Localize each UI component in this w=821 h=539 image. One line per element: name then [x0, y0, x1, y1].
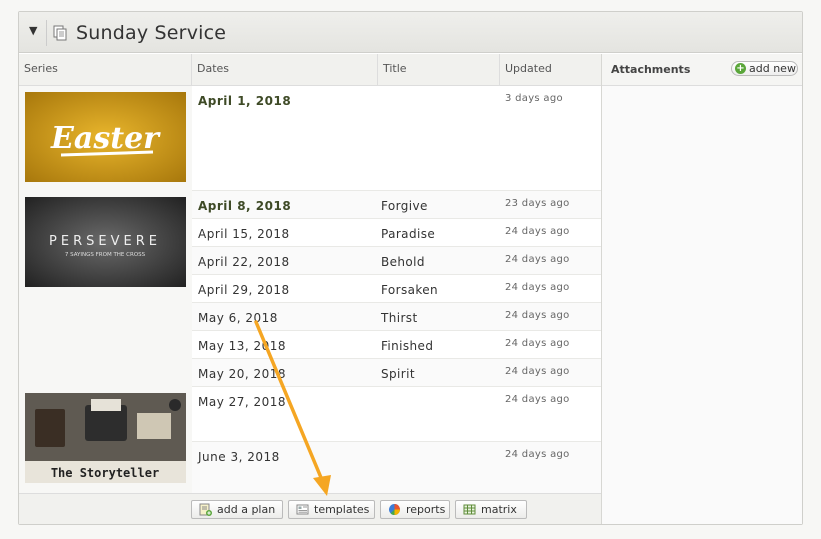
- series-image-persevere[interactable]: PERSEVERE 7 SAYINGS FROM THE CROSS: [25, 197, 186, 287]
- matrix-button[interactable]: matrix: [455, 500, 527, 519]
- plan-updated: 3 days ago: [505, 93, 563, 104]
- attachments-header: Attachments + add new: [602, 54, 802, 86]
- plan-date[interactable]: June 3, 2018: [198, 450, 280, 464]
- column-header-dates[interactable]: Dates: [192, 54, 378, 86]
- add-new-label: add new: [749, 62, 796, 75]
- plan-title: Forgive: [381, 199, 428, 213]
- add-plan-label: add a plan: [217, 503, 276, 516]
- plan-date[interactable]: May 6, 2018: [198, 311, 278, 325]
- templates-button[interactable]: templates: [288, 500, 375, 519]
- attachments-panel: Attachments + add new: [601, 54, 802, 524]
- service-panel: ▼ Sunday Service Series Dates Title Upda…: [18, 11, 803, 525]
- column-header-updated[interactable]: Updated: [500, 54, 601, 86]
- matrix-grid-icon: [463, 504, 476, 515]
- plan-date[interactable]: April 29, 2018: [198, 283, 290, 297]
- plan-updated: 24 days ago: [505, 254, 570, 265]
- add-new-attachment-button[interactable]: + add new: [731, 61, 798, 76]
- plan-date[interactable]: April 1, 2018: [198, 94, 291, 108]
- plan-date[interactable]: May 27, 2018: [198, 395, 286, 409]
- table-row[interactable]: April 8, 2018 Forgive 23 days ago: [192, 191, 601, 219]
- plan-title: Finished: [381, 339, 434, 353]
- reports-label: reports: [406, 503, 446, 516]
- series-image-sublabel: 7 SAYINGS FROM THE CROSS: [65, 252, 146, 258]
- plan-date[interactable]: May 13, 2018: [198, 339, 286, 353]
- column-header-series[interactable]: Series: [19, 54, 192, 86]
- plus-circle-icon: +: [735, 63, 746, 74]
- matrix-label: matrix: [481, 503, 517, 516]
- templates-icon: [296, 504, 309, 515]
- add-plan-icon: [199, 503, 212, 516]
- plan-updated: 24 days ago: [505, 394, 570, 405]
- plan-date[interactable]: May 20, 2018: [198, 367, 286, 381]
- plan-rows: April 1, 2018 3 days ago April 8, 2018 F…: [192, 86, 601, 493]
- plan-date[interactable]: April 8, 2018: [198, 199, 291, 213]
- templates-label: templates: [314, 503, 370, 516]
- attachments-title: Attachments: [611, 63, 691, 76]
- plan-title: Paradise: [381, 227, 436, 241]
- page-title: Sunday Service: [76, 22, 227, 44]
- plan-title: Forsaken: [381, 283, 439, 297]
- series-image-easter[interactable]: Easter: [25, 92, 186, 182]
- table-row[interactable]: May 13, 2018 Finished 24 days ago: [192, 331, 601, 359]
- column-header-title[interactable]: Title: [378, 54, 500, 86]
- plan-updated: 24 days ago: [505, 449, 570, 460]
- series-image-storyteller[interactable]: The Storyteller: [25, 393, 186, 483]
- plan-updated: 24 days ago: [505, 310, 570, 321]
- table-row[interactable]: May 27, 2018 24 days ago: [192, 387, 601, 442]
- plan-title: Thirst: [381, 311, 418, 325]
- plan-updated: 24 days ago: [505, 366, 570, 377]
- series-image-label: Easter: [50, 121, 161, 156]
- pie-chart-icon: [389, 504, 400, 516]
- document-copy-icon: [53, 25, 67, 41]
- collapse-triangle-icon[interactable]: ▼: [29, 25, 39, 36]
- table-row[interactable]: April 15, 2018 Paradise 24 days ago: [192, 219, 601, 247]
- table-row[interactable]: May 6, 2018 Thirst 24 days ago: [192, 303, 601, 331]
- plan-updated: 24 days ago: [505, 226, 570, 237]
- column-headers: Series Dates Title Updated: [19, 54, 601, 86]
- table-row[interactable]: April 29, 2018 Forsaken 24 days ago: [192, 275, 601, 303]
- series-image-label: The Storyteller: [51, 466, 159, 480]
- header-divider: [46, 20, 47, 46]
- add-plan-button[interactable]: add a plan: [191, 500, 283, 519]
- table-row[interactable]: April 22, 2018 Behold 24 days ago: [192, 247, 601, 275]
- table-row[interactable]: April 1, 2018 3 days ago: [192, 86, 601, 191]
- plan-title: Spirit: [381, 367, 415, 381]
- plans-table: Series Dates Title Updated Easter PERSEV…: [19, 54, 601, 524]
- plan-updated: 23 days ago: [505, 198, 570, 209]
- plan-updated: 24 days ago: [505, 282, 570, 293]
- plan-title: Behold: [381, 255, 425, 269]
- table-row[interactable]: May 20, 2018 Spirit 24 days ago: [192, 359, 601, 387]
- plan-date[interactable]: April 22, 2018: [198, 255, 290, 269]
- footer-toolbar: add a plan templates reports matrix: [19, 493, 601, 524]
- table-row[interactable]: June 3, 2018 24 days ago: [192, 442, 601, 493]
- series-image-label: PERSEVERE: [49, 234, 161, 249]
- panel-header: ▼ Sunday Service: [19, 12, 802, 53]
- reports-button[interactable]: reports: [380, 500, 450, 519]
- series-column: Easter PERSEVERE 7 SAYINGS FROM THE CROS…: [19, 86, 192, 493]
- plan-date[interactable]: April 15, 2018: [198, 227, 290, 241]
- plan-updated: 24 days ago: [505, 338, 570, 349]
